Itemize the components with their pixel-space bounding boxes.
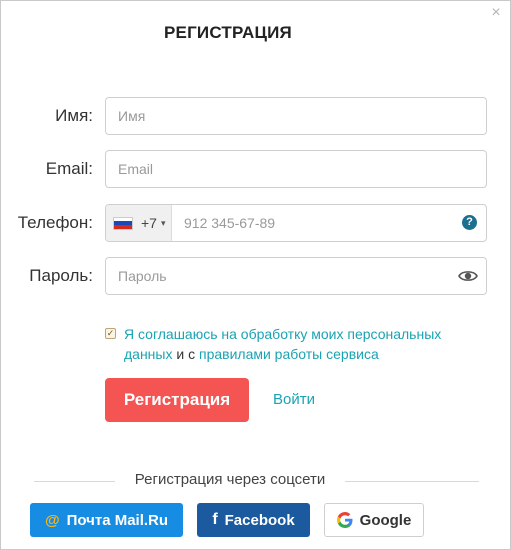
google-login-button[interactable]: Google xyxy=(324,503,424,537)
login-link[interactable]: Войти xyxy=(273,391,315,408)
chevron-down-icon: ▾ xyxy=(160,217,166,228)
mailru-label: Почта Mail.Ru xyxy=(66,511,169,529)
phone-field[interactable] xyxy=(172,205,454,241)
social-divider-label: Регистрация через соцсети xyxy=(115,471,345,488)
email-field-wrapper xyxy=(105,150,487,188)
help-icon[interactable]: ? xyxy=(462,215,477,230)
consent-checkbox[interactable]: ✓ xyxy=(105,328,116,339)
password-field[interactable] xyxy=(106,258,450,294)
ru-flag-icon xyxy=(113,216,133,230)
country-selector[interactable]: +7 ▾ xyxy=(106,205,172,241)
mailru-icon: @ xyxy=(44,511,60,529)
email-field[interactable] xyxy=(106,151,486,187)
phone-input-wrapper xyxy=(172,205,454,241)
consent-middle-text: и с xyxy=(172,346,199,362)
name-field[interactable] xyxy=(106,98,486,134)
register-button[interactable]: Регистрация xyxy=(105,378,249,422)
page-title: РЕГИСТРАЦИЯ xyxy=(164,23,292,42)
phone-field-wrapper: +7 ▾ ? xyxy=(105,204,487,242)
registration-modal: × РЕГИСТРАЦИЯ Имя: Email: Телефон: +7 ▾ … xyxy=(0,0,511,550)
facebook-login-button[interactable]: f Facebook xyxy=(197,503,310,537)
google-g-icon xyxy=(336,512,353,528)
password-field-wrapper xyxy=(105,257,487,295)
password-input-wrapper xyxy=(106,258,450,294)
email-label: Email: xyxy=(45,159,93,178)
mailru-login-button[interactable]: @ Почта Mail.Ru xyxy=(30,503,183,537)
password-label: Пароль: xyxy=(29,266,93,285)
dial-code: +7 xyxy=(141,215,157,231)
service-rules-link[interactable]: правилами работы сервиса xyxy=(199,346,379,362)
eye-icon[interactable] xyxy=(458,267,478,285)
facebook-label: Facebook xyxy=(224,511,295,529)
facebook-icon: f xyxy=(212,511,218,528)
phone-label: Телефон: xyxy=(17,213,93,232)
name-label: Имя: xyxy=(55,106,93,125)
google-label: Google xyxy=(359,511,412,529)
close-icon[interactable]: × xyxy=(488,5,504,21)
consent-text: Я соглашаюсь на обработку моих персональ… xyxy=(124,324,474,364)
name-field-wrapper xyxy=(105,97,487,135)
